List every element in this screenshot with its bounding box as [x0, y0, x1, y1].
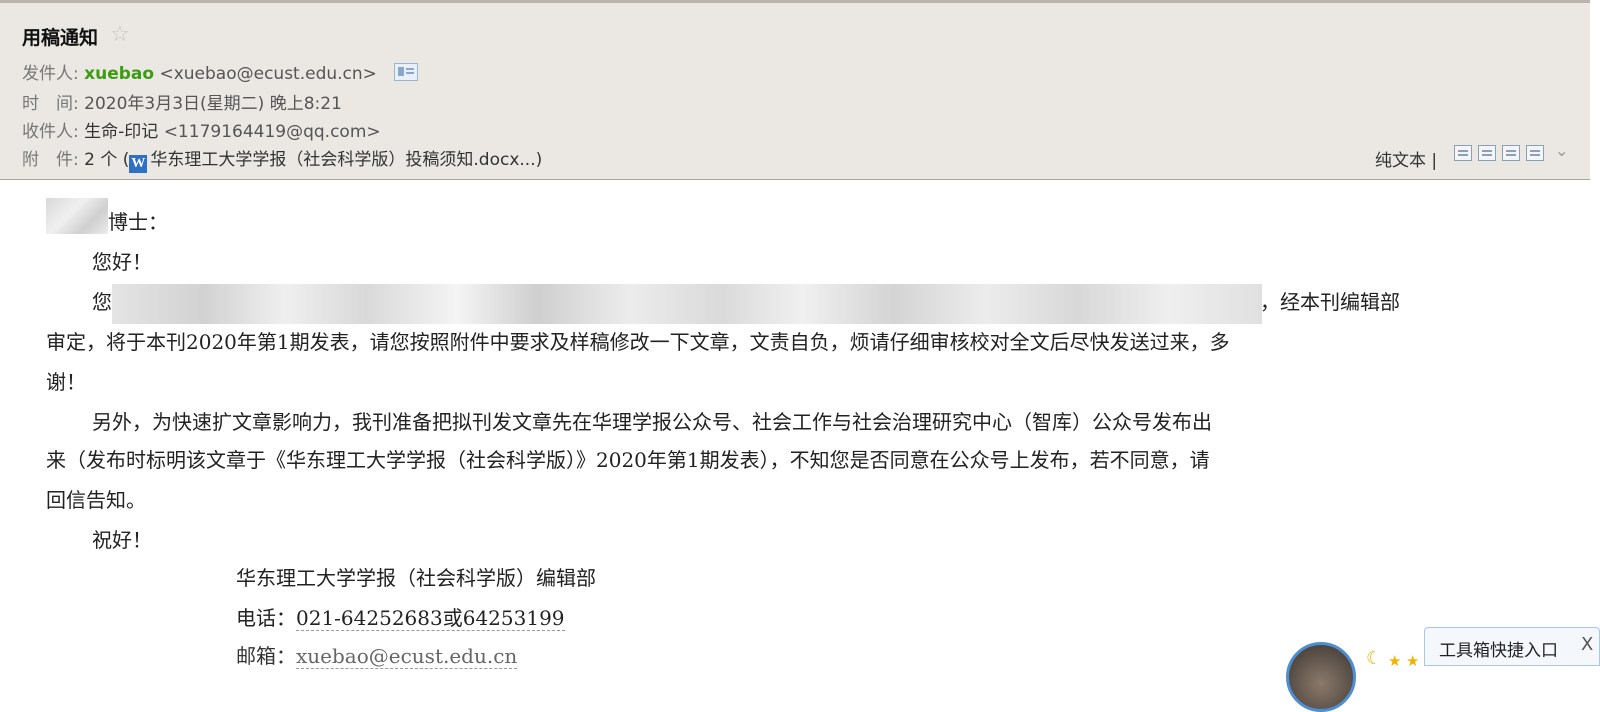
p1-start: 您	[92, 290, 112, 314]
redacted-title	[112, 284, 1262, 324]
email-header: 用稿通知 ☆ 发件人: xuebao <xuebao@ecust.edu.cn>…	[0, 3, 1590, 180]
print-icon[interactable]	[1526, 145, 1544, 161]
recipient-label: 收件人:	[22, 122, 79, 142]
level-star-icon: ★	[1388, 652, 1402, 670]
phone-label: 电话：	[236, 606, 296, 630]
avatar[interactable]	[1286, 642, 1356, 712]
sender-name[interactable]: xuebao	[84, 64, 154, 84]
p1-line3: 谢！	[46, 370, 86, 394]
p2-line3: 回信告知。	[46, 488, 146, 512]
greeting-suffix: 博士：	[108, 210, 168, 234]
close-icon[interactable]: X	[1581, 634, 1593, 655]
email-value[interactable]: xuebao@ecust.edu.cn	[296, 644, 518, 669]
view-source-icon[interactable]	[1478, 145, 1496, 161]
contact-card-icon[interactable]	[394, 63, 419, 81]
star-icon[interactable]: ☆	[110, 23, 130, 47]
time-label: 时 间:	[22, 94, 79, 114]
email-label: 邮箱：	[236, 644, 296, 668]
word-doc-icon: W	[129, 155, 148, 173]
recipient-name[interactable]: 生命-印记	[84, 122, 158, 142]
time-value: 2020年3月3日(星期二) 晚上8:21	[84, 94, 342, 114]
download-icon[interactable]	[1502, 145, 1520, 161]
recipient-address: <1179164419@qq.com>	[163, 122, 381, 142]
hello-line: 您好！	[92, 250, 152, 274]
redacted-name	[46, 198, 108, 234]
p1-line2: 审定，将于本刊2020年第1期发表，请您按照附件中要求及样稿修改一下文章，文责自…	[46, 330, 1230, 354]
attachment-row: 附 件: 2 个 (W 华东理工大学学报（社会科学版）投稿须知.docx...)	[22, 145, 542, 173]
email-subject: 用稿通知	[22, 27, 99, 49]
signature-org: 华东理工大学学报（社会科学版）编辑部	[236, 566, 596, 590]
p2-line1: 另外，为快速扩文章影响力，我刊准备把拟刊发文章先在华理学报公众号、社会工作与社会…	[92, 410, 1212, 434]
toolbox-label: 工具箱快捷入口	[1439, 641, 1558, 661]
attachment-count[interactable]: 2 个 (	[84, 150, 129, 170]
signature-email: 邮箱：xuebao@ecust.edu.cn	[236, 640, 518, 669]
toolbox-shortcut[interactable]: 工具箱快捷入口 X	[1424, 627, 1600, 666]
new-window-icon[interactable]	[1454, 145, 1472, 161]
sender-row: 发件人: xuebao <xuebao@ecust.edu.cn>	[22, 59, 419, 84]
sender-address: <xuebao@ecust.edu.cn>	[159, 64, 377, 84]
header-toolbar	[1454, 145, 1544, 161]
plain-text-link[interactable]: 纯文本 |	[1375, 146, 1437, 171]
closing-line: 祝好！	[92, 528, 152, 552]
chevron-down-icon[interactable]: ⌄	[1555, 141, 1568, 160]
p2-line2: 来（发布时标明该文章于《华东理工大学学报（社会科学版）》2020年第1期发表），…	[46, 448, 1210, 472]
attachment-filename[interactable]: 华东理工大学学报（社会科学版）投稿须知.docx...)	[150, 150, 542, 170]
recipient-row: 收件人: 生命-印记 <1179164419@qq.com>	[22, 117, 381, 142]
sender-label: 发件人:	[22, 64, 79, 84]
attachment-label: 附 件:	[22, 150, 79, 170]
level-star-icon: ★	[1406, 652, 1420, 670]
time-row: 时 间: 2020年3月3日(星期二) 晚上8:21	[22, 89, 342, 114]
phone-value[interactable]: 021-64252683或64253199	[296, 606, 565, 631]
signature-phone: 电话：021-64252683或64253199	[236, 602, 565, 631]
